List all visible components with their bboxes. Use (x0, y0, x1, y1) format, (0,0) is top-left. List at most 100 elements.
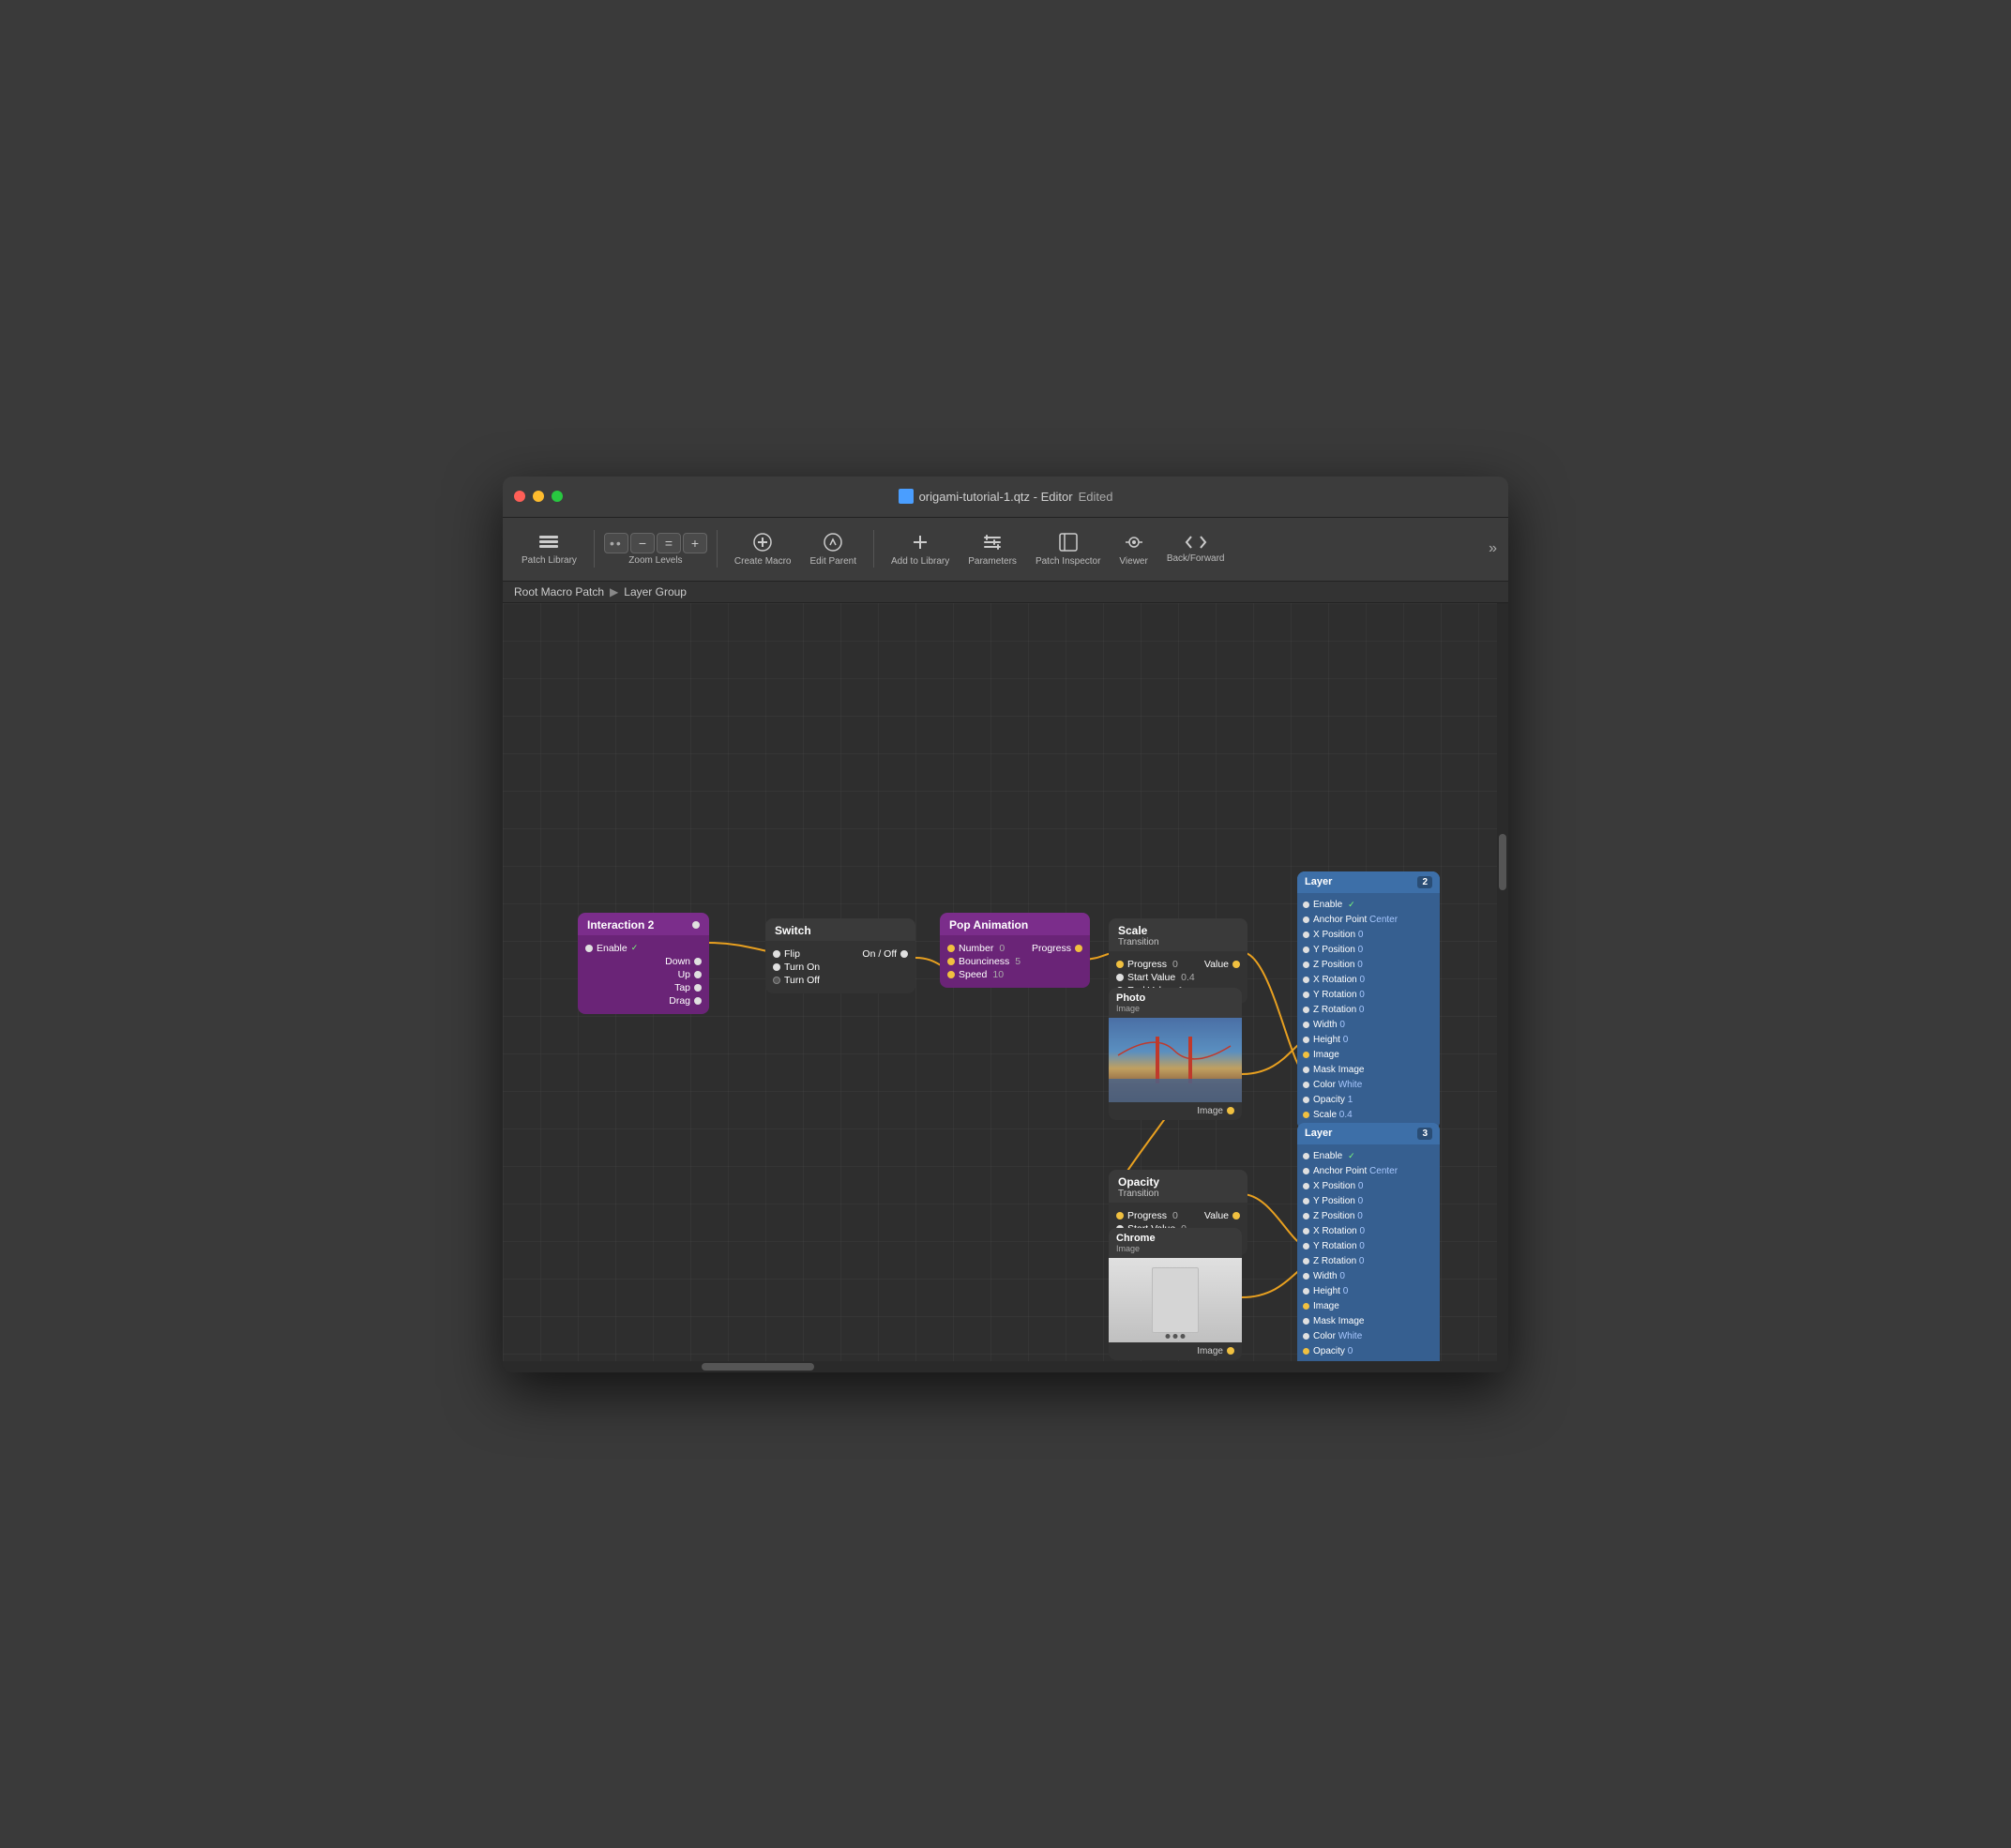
add-to-library-button[interactable]: Add to Library (884, 528, 957, 570)
pop-number-row: Number 0 Progress (947, 943, 1082, 954)
pop-animation-patch[interactable]: Pop Animation Number 0 Progress Bouncine… (940, 913, 1090, 988)
layer2-header: Layer 2 (1297, 871, 1440, 893)
back-forward-button[interactable]: Back/Forward (1159, 531, 1232, 568)
photo-preview (1109, 1018, 1242, 1102)
patch-inspector-button[interactable]: Patch Inspector (1028, 528, 1108, 570)
toolbar: Patch Library •• − = + Zoom Levels Cr (503, 518, 1508, 582)
l2-scale: Scale 0.4 (1303, 1109, 1434, 1122)
switch-body: Flip On / Off Turn On Turn Off (765, 941, 915, 993)
chrome-port-row: Image (1109, 1342, 1242, 1360)
opacity-progress-row: Progress 0 Value (1116, 1210, 1240, 1221)
l3-ypos: Y Position 0 (1303, 1195, 1434, 1208)
pop-animation-header: Pop Animation (940, 913, 1090, 935)
create-macro-button[interactable]: Create Macro (727, 528, 799, 570)
viewer-icon (1124, 532, 1144, 553)
l3-xrot: X Rotation 0 (1303, 1225, 1434, 1238)
patch-library-button[interactable]: Patch Library (514, 529, 584, 569)
zoom-dots-button[interactable]: •• (604, 533, 628, 553)
l3-maskimage: Mask Image (1303, 1315, 1434, 1328)
opacity-header: Opacity Transition (1109, 1170, 1247, 1203)
photo-patch[interactable]: Photo Image Image (1109, 988, 1242, 1120)
toolbar-expand[interactable]: » (1489, 540, 1497, 557)
l2-ypos: Y Position 0 (1303, 944, 1434, 957)
traffic-lights (514, 491, 563, 502)
port-enable: Enable ✓ (585, 943, 702, 954)
patch-library-icon (537, 533, 560, 552)
layer2-panel[interactable]: Layer 2 Enable ✓ Anchor Point Center X P… (1297, 871, 1440, 1129)
l3-zpos: Z Position 0 (1303, 1210, 1434, 1223)
l3-opacity: Opacity 0 (1303, 1345, 1434, 1358)
parameters-icon (982, 532, 1003, 553)
l2-maskimage: Mask Image (1303, 1064, 1434, 1077)
toolbar-separator (594, 530, 595, 568)
titlebar: origami-tutorial-1.qtz - Editor Edited (503, 477, 1508, 518)
breadcrumb-separator: ▶ (610, 585, 618, 598)
forward-icon (1197, 535, 1208, 550)
scale-startval-row: Start Value 0.4 (1116, 972, 1240, 983)
chrome-preview (1109, 1258, 1242, 1342)
l2-zpos: Z Position 0 (1303, 959, 1434, 972)
pop-speed-row: Speed 10 (947, 969, 1082, 980)
scrollbar-horizontal[interactable] (503, 1361, 1497, 1372)
port-up: Up (585, 969, 702, 980)
photo-header: Photo Image (1109, 988, 1242, 1018)
canvas-area[interactable]: Interaction 2 Enable ✓ Down Up (503, 603, 1508, 1372)
edit-parent-icon (823, 532, 843, 553)
breadcrumb: Root Macro Patch ▶ Layer Group (503, 582, 1508, 603)
l3-yrot: Y Rotation 0 (1303, 1240, 1434, 1253)
layer3-header: Layer 3 (1297, 1123, 1440, 1144)
switch-patch[interactable]: Switch Flip On / Off Turn On Tu (765, 918, 915, 993)
l2-anchor: Anchor Point Center (1303, 914, 1434, 927)
zoom-equals-button[interactable]: = (657, 533, 681, 553)
add-to-library-icon (910, 532, 930, 553)
document-icon (899, 489, 914, 504)
l2-color: Color White (1303, 1079, 1434, 1092)
close-button[interactable] (514, 491, 525, 502)
maximize-button[interactable] (552, 491, 563, 502)
back-icon (1184, 535, 1195, 550)
l2-yrot: Y Rotation 0 (1303, 989, 1434, 1002)
l2-height: Height 0 (1303, 1034, 1434, 1047)
port-tap: Tap (585, 982, 702, 993)
chrome-dots (1166, 1334, 1186, 1339)
pop-bounciness-row: Bounciness 5 (947, 956, 1082, 967)
scale-header: Scale Transition (1109, 918, 1247, 951)
l3-color: Color White (1303, 1330, 1434, 1343)
viewer-button[interactable]: Viewer (1111, 528, 1155, 570)
interaction2-header: Interaction 2 (578, 913, 709, 935)
l3-anchor: Anchor Point Center (1303, 1165, 1434, 1178)
l3-width: Width 0 (1303, 1270, 1434, 1283)
switch-turnoff-row: Turn Off (773, 975, 908, 986)
l3-enable: Enable ✓ (1303, 1150, 1434, 1163)
zoom-in-button[interactable]: + (683, 533, 707, 553)
l2-image: Image (1303, 1049, 1434, 1062)
interaction2-out-dot (692, 921, 700, 929)
scrollbar-thumb-h[interactable] (702, 1363, 814, 1371)
chrome-header: Chrome Image (1109, 1228, 1242, 1258)
l3-image: Image (1303, 1300, 1434, 1313)
parameters-button[interactable]: Parameters (960, 528, 1024, 570)
l3-zrot: Z Rotation 0 (1303, 1255, 1434, 1268)
chrome-phone-inner (1152, 1267, 1199, 1333)
toolbar-separator-3 (873, 530, 874, 568)
zoom-out-button[interactable]: − (630, 533, 655, 553)
chrome-patch[interactable]: Chrome Image Image (1109, 1228, 1242, 1360)
l2-zrot: Z Rotation 0 (1303, 1004, 1434, 1017)
l2-opacity: Opacity 1 (1303, 1094, 1434, 1107)
pop-animation-body: Number 0 Progress Bounciness 5 Speed 10 (940, 935, 1090, 988)
l2-xrot: X Rotation 0 (1303, 974, 1434, 987)
create-macro-icon (752, 532, 773, 553)
l2-width: Width 0 (1303, 1019, 1434, 1032)
window-title: origami-tutorial-1.qtz - Editor Edited (899, 489, 1113, 504)
edit-parent-button[interactable]: Edit Parent (803, 528, 864, 570)
l2-xpos: X Position 0 (1303, 929, 1434, 942)
scrollbar-vertical[interactable] (1497, 603, 1508, 1372)
app-window: origami-tutorial-1.qtz - Editor Edited P… (503, 477, 1508, 1372)
switch-flip-row: Flip On / Off (773, 948, 908, 960)
layer3-panel[interactable]: Layer 3 Enable ✓ Anchor Point Center X P… (1297, 1123, 1440, 1372)
scrollbar-thumb-v[interactable] (1499, 834, 1506, 890)
interaction2-patch[interactable]: Interaction 2 Enable ✓ Down Up (578, 913, 709, 1014)
minimize-button[interactable] (533, 491, 544, 502)
layer2-body: Enable ✓ Anchor Point Center X Position … (1297, 893, 1440, 1129)
switch-header: Switch (765, 918, 915, 941)
